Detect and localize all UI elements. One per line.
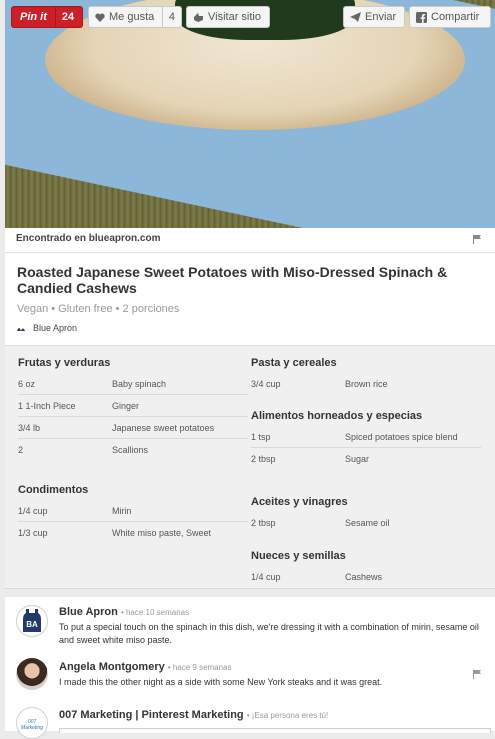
ingredient-qty: 2 tbsp (251, 453, 276, 464)
avatar-initials: BA (26, 620, 38, 629)
ingredient-name: Brown rice (345, 378, 388, 389)
ingredient-qty: 3/4 lb (18, 422, 41, 433)
pin-it-label: Pin it (20, 11, 47, 23)
ingredient-name: Sugar (345, 453, 370, 464)
visit-site-label: Visitar sitio (208, 11, 261, 23)
send-label: Enviar (365, 11, 397, 23)
flag-icon[interactable] (473, 235, 481, 244)
ingredient-section: Alimentos horneados y especias 1 tsp Spice… (251, 410, 481, 469)
avatar-logo-text: 007 Marketing (21, 719, 43, 731)
ingredient-name: Mirin (112, 505, 132, 516)
facebook-icon (416, 11, 427, 23)
send-button[interactable]: Enviar (343, 6, 405, 28)
comment-time: • hace 10 semanas (120, 608, 190, 617)
like-button[interactable]: Me gusta 4 (88, 6, 182, 28)
ingredient-qty: 1/3 cup (18, 527, 48, 538)
ingredient-qty: 1/4 cup (251, 571, 281, 582)
ingredient-row: 1/4 cup Mirin (18, 500, 248, 522)
recipe-card: Roasted Japanese Sweet Potatoes with Mis… (5, 253, 495, 346)
ingredient-row: 3/4 cup Brown rice (251, 373, 481, 394)
ingredient-section: Condimentos 1/4 cup Mirin 1/3 cup White miso… (18, 484, 248, 543)
ingredient-section-title: Alimentos horneados y especias (251, 410, 423, 422)
ingredient-name: Japanese sweet potatoes (112, 422, 215, 433)
ingredient-section-title: Aceites y vinagres (251, 496, 348, 508)
ingredient-section-title: Condimentos (18, 484, 89, 496)
heart-icon (95, 13, 105, 22)
ingredient-name: Cashews (345, 571, 383, 582)
ingredient-section-title: Nueces y semillas (251, 550, 346, 562)
source-link[interactable]: Encontrado en blueapron.com (16, 233, 160, 244)
ingredient-name: Baby spinach (112, 378, 167, 389)
ingredient-name: Spiced potatoes spice blend (345, 431, 458, 442)
ingredient-section: Aceites y vinagres 2 tbsp Sesame oil (251, 496, 481, 533)
ingredient-name: Scallions (112, 444, 149, 455)
ingredient-row: 2 Scallions (18, 439, 248, 460)
ingredient-section-title: Frutas y verduras (18, 357, 111, 369)
ingredient-section: Pasta y cereales 3/4 cup Brown rice (251, 357, 481, 394)
blue-apron-logo-icon (17, 328, 25, 331)
ingredient-row: 3/4 lb Japanese sweet potatoes (18, 417, 248, 439)
ingredients-panel: Frutas y verduras 6 oz Baby spinach 1 1-Inc… (5, 346, 495, 589)
ingredient-qty: 3/4 cup (251, 378, 281, 389)
like-label: Me gusta (109, 11, 155, 23)
source-bar: Encontrado en blueapron.com (5, 228, 495, 253)
comment-author[interactable]: Angela Montgomery • hace 9 semanas (59, 661, 232, 673)
recipe-meta: Vegan • Gluten free • 2 porciones (17, 303, 180, 315)
ingredient-qty: 2 tbsp (251, 517, 276, 528)
pin-image[interactable] (5, 0, 495, 228)
comment-time: • ¡Esa persona eres tú! (246, 711, 329, 720)
ingredient-name: White miso paste, Sweet (112, 527, 212, 538)
pin-it-button[interactable]: Pin it 24 (11, 6, 83, 28)
flag-icon[interactable] (473, 670, 481, 679)
ingredient-section-title: Pasta y cereales (251, 357, 337, 369)
comment-text: To put a special touch on the spinach in… (59, 622, 479, 645)
ingredient-qty: 6 oz (18, 378, 36, 389)
avatar-blue-apron[interactable]: BA (16, 605, 48, 637)
recipe-title: Roasted Japanese Sweet Potatoes with Mis… (17, 264, 448, 296)
avatar-007-marketing[interactable]: 007 Marketing (16, 707, 48, 739)
share-button[interactable]: Compartir (409, 6, 491, 28)
ingredient-qty: 1 tsp (251, 431, 271, 442)
ingredient-qty: 2 (18, 444, 24, 455)
ingredient-row: 6 oz Baby spinach (18, 373, 248, 395)
visit-site-button[interactable]: Visitar sitio (186, 6, 270, 28)
pin-count: 24 (54, 7, 80, 27)
ingredient-name: Ginger (112, 400, 140, 411)
ingredient-row: 1 1-Inch Piece Ginger (18, 395, 248, 417)
ingredient-row: 1/3 cup White miso paste, Sweet (18, 522, 248, 543)
pointer-icon (194, 12, 203, 22)
like-count: 4 (161, 7, 181, 27)
share-label: Compartir (431, 11, 480, 23)
ingredient-name: Sesame oil (345, 517, 390, 528)
send-icon (350, 12, 361, 22)
comment-author[interactable]: Blue Apron • hace 10 semanas (59, 606, 189, 618)
ingredient-qty: 1/4 cup (18, 505, 48, 516)
comment-time: • hace 9 semanas (167, 663, 232, 672)
ingredient-section: Frutas y verduras 6 oz Baby spinach 1 1-Inc… (18, 357, 248, 460)
ingredient-qty: 1 1-Inch Piece (18, 400, 76, 411)
apron-icon: BA (23, 609, 41, 632)
comments-section: BA Blue Apron • hace 10 semanas To put a… (5, 597, 495, 739)
recipe-author-name: Blue Apron (33, 323, 78, 333)
ingredient-row: 2 tbsp Sesame oil (251, 512, 481, 533)
recipe-author[interactable]: Blue Apron (17, 323, 77, 333)
comment-author[interactable]: 007 Marketing | Pinterest Marketing • ¡E… (59, 709, 328, 721)
comment-text: I made this the other night as a side wi… (59, 677, 383, 687)
ingredient-row: 2 tbsp Sugar (251, 448, 481, 469)
avatar-angela[interactable] (16, 658, 48, 690)
ingredient-section: Nueces y semillas 1/4 cup Cashews (251, 550, 481, 587)
ingredient-row: 1/4 cup Cashews (251, 566, 481, 587)
ingredient-row: 1 tsp Spiced potatoes spice blend (251, 426, 481, 448)
